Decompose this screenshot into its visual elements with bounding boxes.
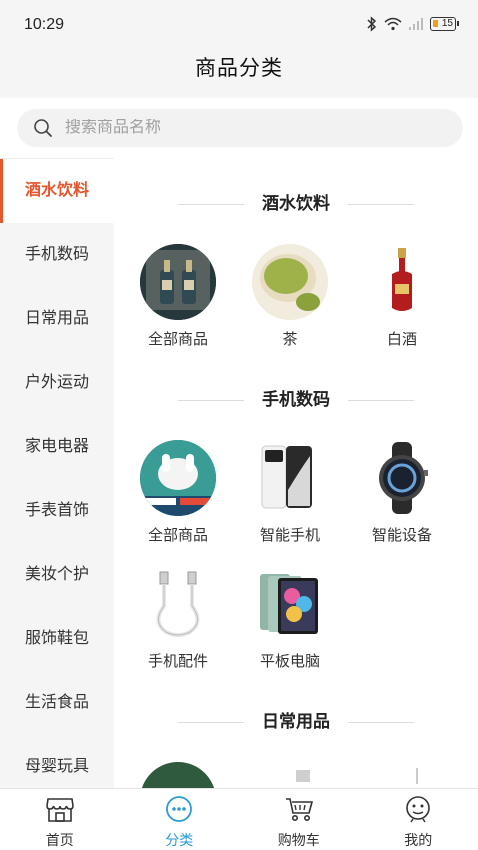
tab-cart[interactable]: 购物车 (239, 789, 359, 850)
store-icon (45, 798, 74, 822)
sidebar-item-apparel[interactable]: 服饰鞋包 (0, 607, 114, 671)
category-content: 酒水饮料 全部商品 茶 白酒 手机数码 全部商品 智能手机 智能设备 手机配件 … (114, 158, 478, 788)
category-label: 白酒 (386, 331, 417, 348)
bluetooth-icon (367, 16, 377, 32)
section-title-text: 手机数码 (262, 390, 330, 409)
product-image (140, 566, 216, 642)
sidebar-item-appliances[interactable]: 家电电器 (0, 415, 114, 479)
search-input[interactable] (65, 119, 425, 137)
category-tea[interactable]: 茶 (234, 244, 346, 349)
category-label: 手机配件 (147, 653, 208, 670)
category-tablet[interactable]: 平板电脑 (234, 566, 346, 671)
section-title-text: 日常用品 (262, 712, 330, 731)
battery-icon: 15 (430, 17, 459, 31)
product-image (140, 762, 216, 788)
status-icons: 15 (366, 16, 459, 32)
sidebar-item-daily[interactable]: 日常用品 (0, 287, 114, 351)
category-baijiu[interactable]: 白酒 (346, 244, 458, 349)
section-title: 日常用品 (114, 707, 478, 732)
wifi-icon (384, 17, 402, 31)
tab-label: 分类 (165, 832, 194, 848)
category-smart-device[interactable]: 智能设备 (346, 440, 458, 545)
category-accessories[interactable]: 手机配件 (122, 566, 234, 671)
signal-icon (409, 18, 423, 30)
sidebar-item-food[interactable]: 生活食品 (0, 671, 114, 735)
product-image (140, 244, 216, 320)
tab-category[interactable]: 分类 (120, 789, 240, 850)
category-label: 茶 (282, 331, 298, 348)
sidebar-item-digital[interactable]: 手机数码 (0, 223, 114, 287)
sidebar-item-beauty[interactable]: 美妆个护 (0, 543, 114, 607)
bottom-tab-bar: 首页 分类 购物车 我的 (0, 788, 478, 850)
product-image (252, 244, 328, 320)
sidebar-item-drinks[interactable]: 酒水饮料 (0, 159, 114, 223)
tab-profile[interactable]: 我的 (359, 789, 478, 850)
search-box[interactable] (17, 109, 463, 147)
status-bar: 10:29 15 (0, 0, 478, 50)
category-label: 全部商品 (147, 527, 208, 544)
profile-icon (406, 796, 431, 823)
sidebar-item-baby[interactable]: 母婴玩具 (0, 735, 114, 788)
category-sidebar: 酒水饮料 手机数码 日常用品 户外运动 家电电器 手表首饰 美妆个护 服饰鞋包 … (0, 158, 114, 788)
product-image (140, 440, 216, 516)
category-daily-partial[interactable] (234, 762, 346, 788)
status-time: 10:29 (24, 16, 65, 33)
page-title: 商品分类 (195, 57, 283, 80)
category-icon (166, 796, 193, 822)
category-smartphone[interactable]: 智能手机 (234, 440, 346, 545)
product-image (364, 762, 440, 788)
category-label: 智能设备 (371, 527, 432, 544)
section-title: 手机数码 (114, 385, 478, 410)
category-daily-partial[interactable] (346, 762, 458, 788)
sidebar-item-watches[interactable]: 手表首饰 (0, 479, 114, 543)
sidebar-item-outdoor[interactable]: 户外运动 (0, 351, 114, 415)
category-label: 平板电脑 (259, 653, 320, 670)
section-title-text: 酒水饮料 (262, 194, 330, 213)
product-image (364, 440, 440, 516)
cart-icon (285, 798, 313, 821)
tab-label: 我的 (404, 832, 433, 848)
category-label: 智能手机 (259, 527, 320, 544)
category-daily-partial[interactable] (122, 762, 234, 788)
tab-label: 首页 (45, 832, 74, 848)
search-bar (0, 98, 478, 158)
section-title: 酒水饮料 (114, 189, 478, 214)
product-image (252, 440, 328, 516)
product-image (364, 244, 440, 320)
tab-label: 购物车 (277, 832, 320, 848)
search-icon (34, 119, 52, 137)
header: 商品分类 (0, 50, 478, 98)
category-all-drinks[interactable]: 全部商品 (122, 244, 234, 349)
category-label: 全部商品 (147, 331, 208, 348)
product-image (252, 566, 328, 642)
category-all-digital[interactable]: 全部商品 (122, 440, 234, 545)
tab-home[interactable]: 首页 (0, 789, 120, 850)
product-image (252, 762, 328, 788)
